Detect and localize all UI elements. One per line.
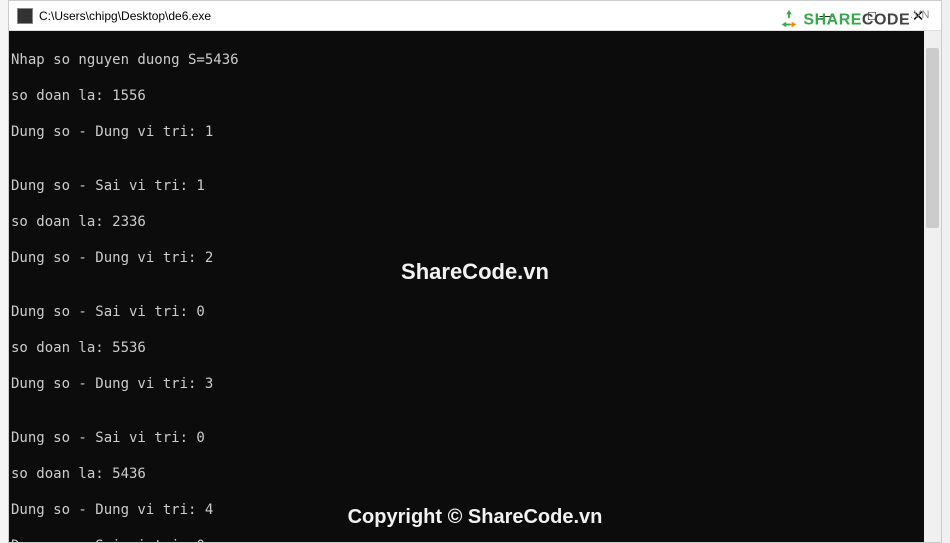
window-controls: — □ ✕	[803, 1, 941, 30]
vertical-scrollbar[interactable]	[924, 31, 941, 542]
maximize-button[interactable]: □	[849, 1, 895, 30]
console-line: Dung so - Dung vi tri: 2	[9, 249, 924, 267]
console-line: Dung so - Sai vi tri: 0	[9, 303, 924, 321]
console-line: Nhap so nguyen duong S=5436	[9, 51, 924, 69]
console-line: Dung so - Dung vi tri: 1	[9, 123, 924, 141]
console-line: so doan la: 5436	[9, 465, 924, 483]
background-edge	[0, 0, 8, 543]
console-line: Dung so - Sai vi tri: 0	[9, 537, 924, 542]
close-button[interactable]: ✕	[895, 1, 941, 30]
console-output[interactable]: Nhap so nguyen duong S=5436 so doan la: …	[9, 31, 924, 542]
console-window: C:\Users\chipg\Desktop\de6.exe — □ ✕ Nha…	[8, 0, 942, 543]
console-line: Dung so - Dung vi tri: 3	[9, 375, 924, 393]
titlebar[interactable]: C:\Users\chipg\Desktop\de6.exe — □ ✕	[9, 1, 941, 31]
app-icon	[17, 8, 33, 24]
console-line: Dung so - Dung vi tri: 4	[9, 501, 924, 519]
console-line: Dung so - Sai vi tri: 1	[9, 177, 924, 195]
window-title: C:\Users\chipg\Desktop\de6.exe	[39, 9, 803, 23]
scrollbar-thumb[interactable]	[926, 48, 939, 228]
console-line: Dung so - Sai vi tri: 0	[9, 429, 924, 447]
minimize-button[interactable]: —	[803, 1, 849, 30]
console-line: so doan la: 5536	[9, 339, 924, 357]
console-line: so doan la: 1556	[9, 87, 924, 105]
console-line: so doan la: 2336	[9, 213, 924, 231]
